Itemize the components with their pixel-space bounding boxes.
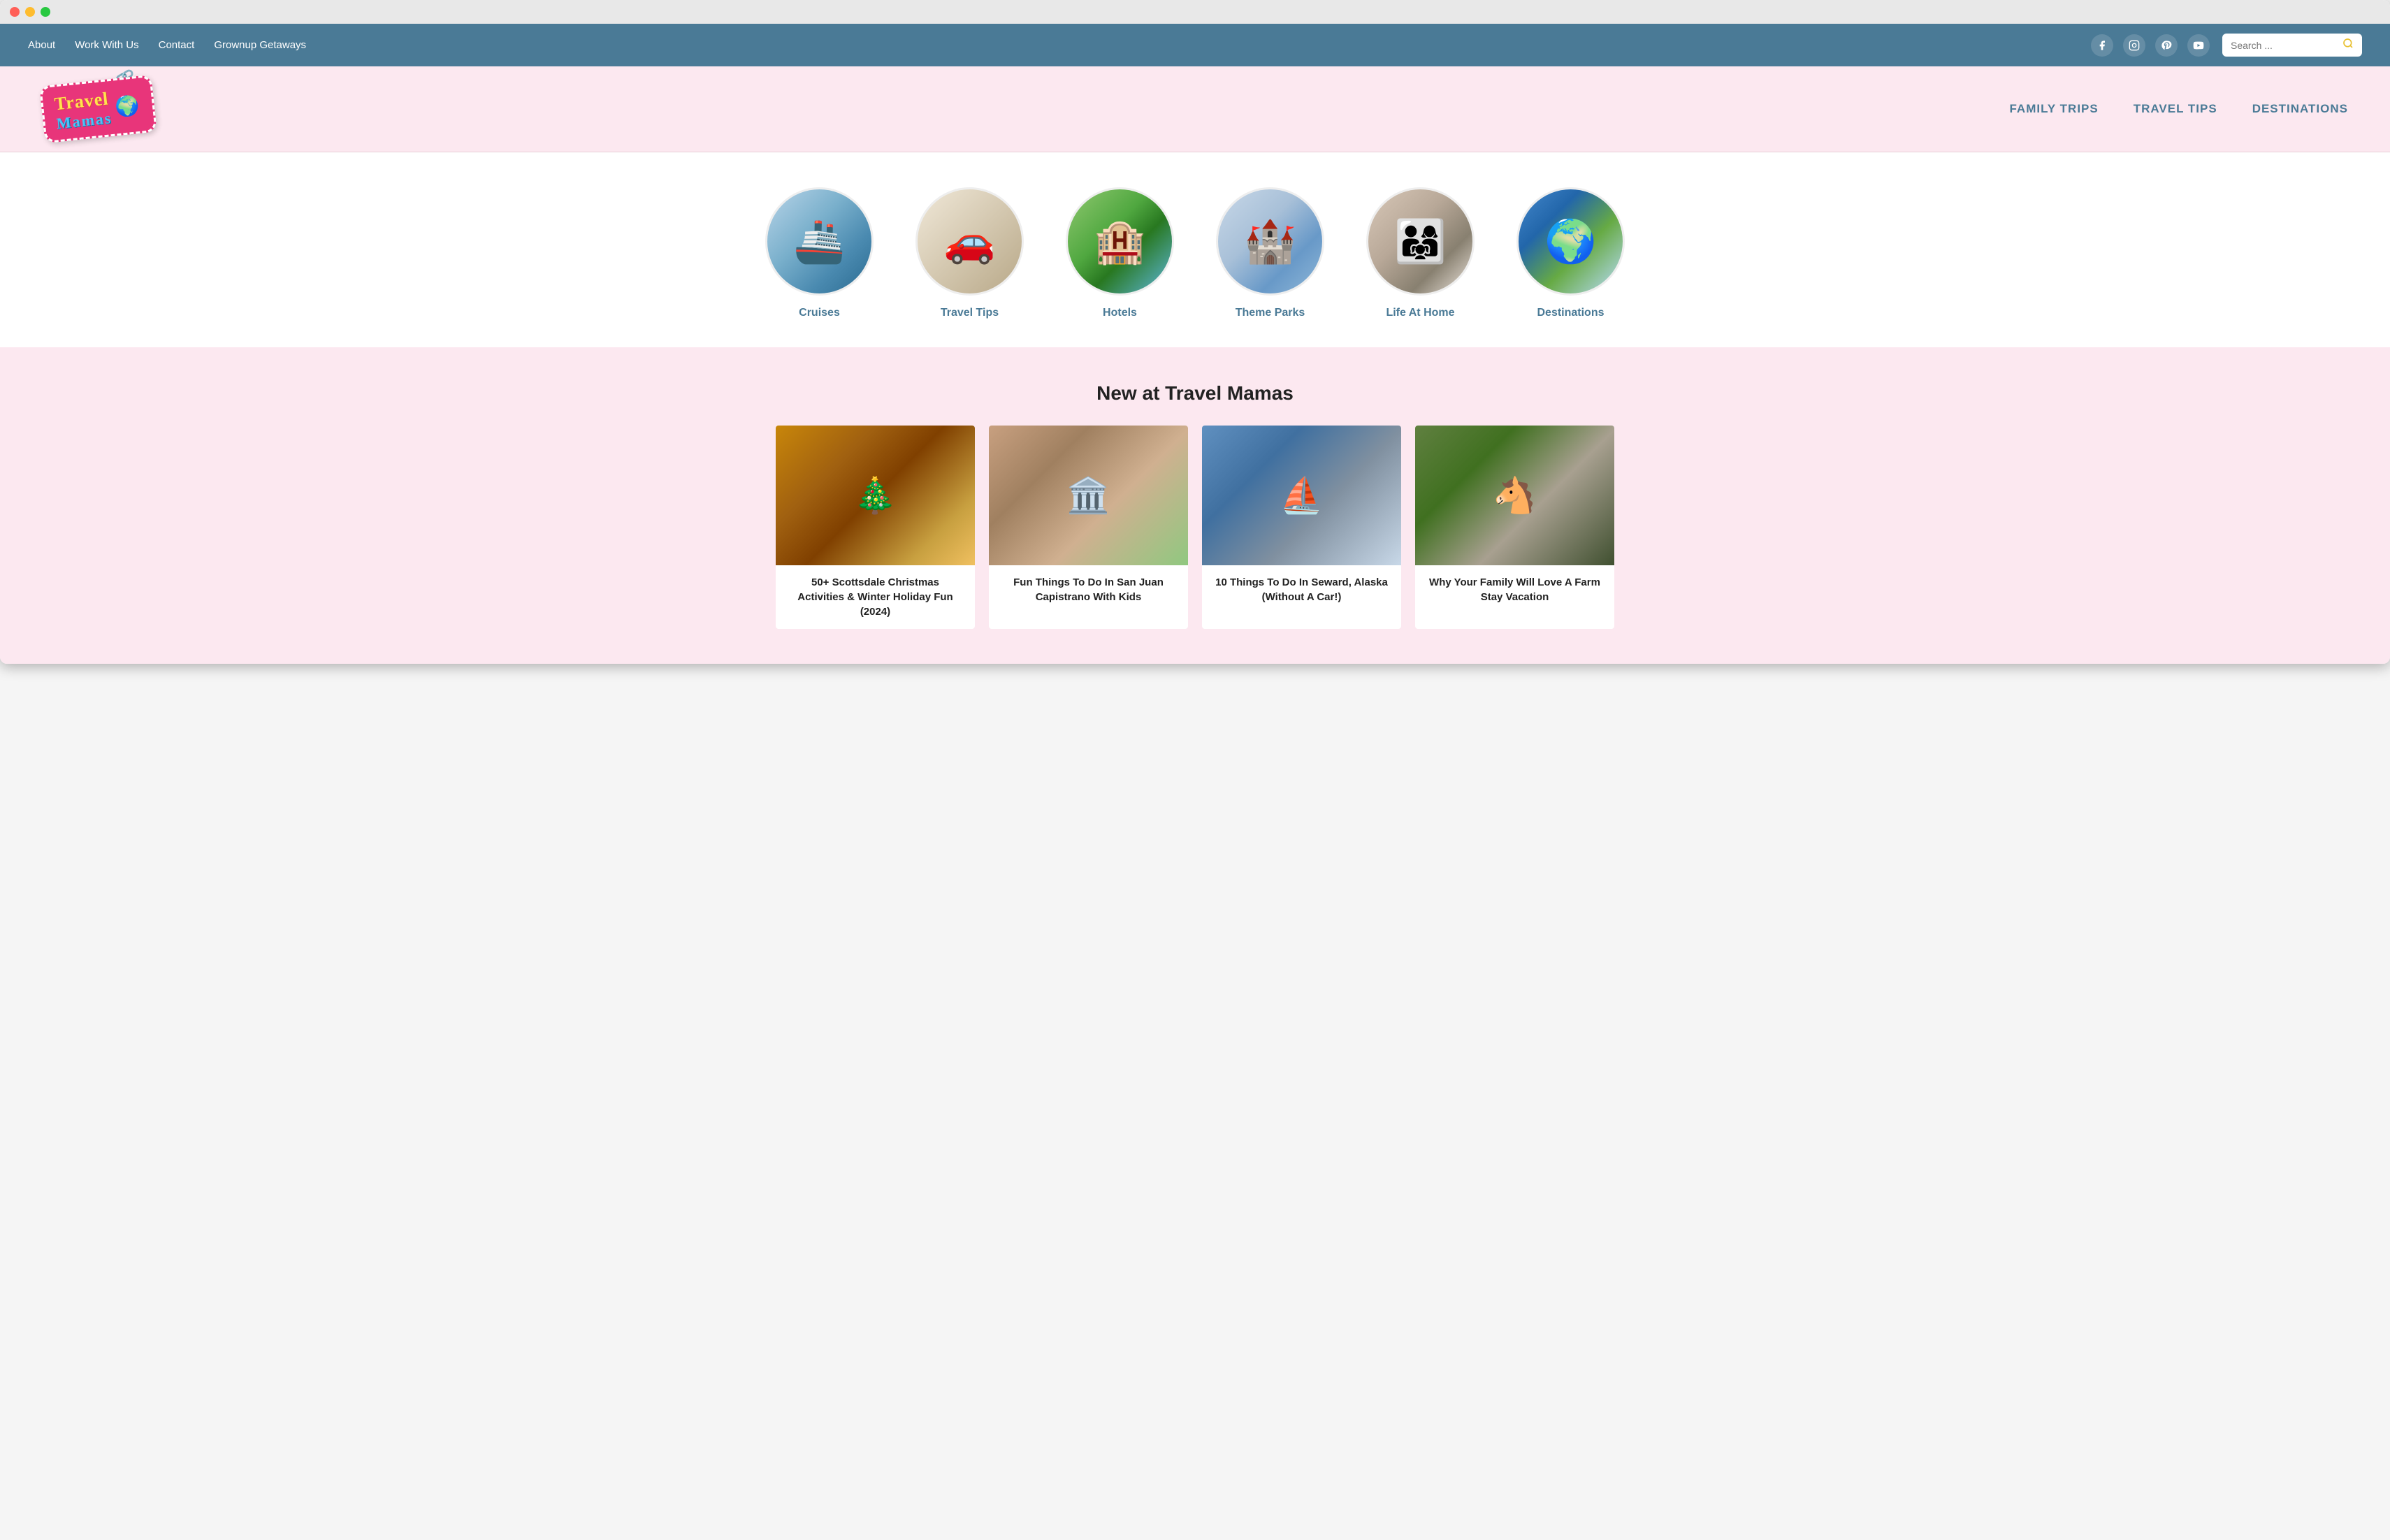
search-input[interactable] <box>2231 40 2337 51</box>
category-circle-life-at-home: 👨‍👩‍👧 <box>1366 187 1475 296</box>
article-image-capistrano: 🏛️ <box>989 426 1188 565</box>
nav-travel-tips[interactable]: TRAVEL TIPS <box>2134 102 2217 116</box>
social-icons <box>2091 34 2210 57</box>
category-circle-cruises: 🚢 <box>765 187 874 296</box>
category-travel-tips[interactable]: 🚗 Travel Tips <box>915 187 1024 319</box>
article-card-farm-stay[interactable]: 🐴 Why Your Family Will Love A Farm Stay … <box>1415 426 1614 629</box>
articles-grid: 🎄 50+ Scottsdale Christmas Activities & … <box>776 426 1614 629</box>
browser-chrome <box>0 0 2390 24</box>
category-circle-theme-parks: 🏰 <box>1216 187 1324 296</box>
search-box[interactable] <box>2222 34 2362 57</box>
categories-section: 🚢 Cruises 🚗 Travel Tips 🏨 Hotels 🏰 Theme… <box>0 152 2390 347</box>
search-button[interactable] <box>2342 38 2354 52</box>
article-title-farm-stay: Why Your Family Will Love A Farm Stay Va… <box>1415 565 1614 614</box>
close-button[interactable] <box>10 7 20 17</box>
article-card-scottsdale[interactable]: 🎄 50+ Scottsdale Christmas Activities & … <box>776 426 975 629</box>
nav-link-grownup-getaways[interactable]: Grownup Getaways <box>214 39 306 51</box>
top-nav-right <box>2091 34 2362 57</box>
nav-link-about[interactable]: About <box>28 39 55 51</box>
category-circle-travel-tips: 🚗 <box>915 187 1024 296</box>
category-life-at-home[interactable]: 👨‍👩‍👧 Life At Home <box>1366 187 1475 319</box>
nav-link-work-with-us[interactable]: Work With Us <box>75 39 138 51</box>
pinterest-icon[interactable] <box>2155 34 2178 57</box>
instagram-icon[interactable] <box>2123 34 2145 57</box>
category-label-cruises: Cruises <box>799 307 840 319</box>
article-card-seward[interactable]: ⛵ 10 Things To Do In Seward, Alaska (Wit… <box>1202 426 1401 629</box>
article-image-seward: ⛵ <box>1202 426 1401 565</box>
maximize-button[interactable] <box>41 7 50 17</box>
facebook-icon[interactable] <box>2091 34 2113 57</box>
category-label-destinations: Destinations <box>1537 307 1604 319</box>
category-label-hotels: Hotels <box>1103 307 1137 319</box>
site-header: 🔗 Travel Mamas 🌍 FAMILY TRIPS TRAVEL TIP… <box>0 66 2390 152</box>
logo-area[interactable]: 🔗 Travel Mamas 🌍 <box>42 80 154 138</box>
category-cruises[interactable]: 🚢 Cruises <box>765 187 874 319</box>
nav-destinations[interactable]: DESTINATIONS <box>2252 102 2348 116</box>
category-label-theme-parks: Theme Parks <box>1236 307 1305 319</box>
category-label-life-at-home: Life At Home <box>1386 307 1454 319</box>
article-image-farm-stay: 🐴 <box>1415 426 1614 565</box>
category-theme-parks[interactable]: 🏰 Theme Parks <box>1216 187 1324 319</box>
top-nav: About Work With Us Contact Grownup Getaw… <box>0 24 2390 66</box>
youtube-icon[interactable] <box>2187 34 2210 57</box>
article-title-seward: 10 Things To Do In Seward, Alaska (Witho… <box>1202 565 1401 614</box>
minimize-button[interactable] <box>25 7 35 17</box>
new-section: New at Travel Mamas 🎄 50+ Scottsdale Chr… <box>0 347 2390 664</box>
category-circle-hotels: 🏨 <box>1066 187 1174 296</box>
category-circle-destinations: 🌍 <box>1516 187 1625 296</box>
nav-family-trips[interactable]: FAMILY TRIPS <box>2009 102 2098 116</box>
category-destinations[interactable]: 🌍 Destinations <box>1516 187 1625 319</box>
top-nav-links: About Work With Us Contact Grownup Getaw… <box>28 39 306 51</box>
category-hotels[interactable]: 🏨 Hotels <box>1066 187 1174 319</box>
article-card-capistrano[interactable]: 🏛️ Fun Things To Do In San Juan Capistra… <box>989 426 1188 629</box>
article-image-scottsdale: 🎄 <box>776 426 975 565</box>
category-label-travel-tips: Travel Tips <box>941 307 999 319</box>
nav-link-contact[interactable]: Contact <box>159 39 195 51</box>
new-section-title: New at Travel Mamas <box>28 382 2362 405</box>
article-title-capistrano: Fun Things To Do In San Juan Capistrano … <box>989 565 1188 614</box>
main-nav: FAMILY TRIPS TRAVEL TIPS DESTINATIONS <box>2009 102 2348 116</box>
logo-tag: Travel Mamas 🌍 <box>39 75 157 143</box>
article-title-scottsdale: 50+ Scottsdale Christmas Activities & Wi… <box>776 565 975 629</box>
